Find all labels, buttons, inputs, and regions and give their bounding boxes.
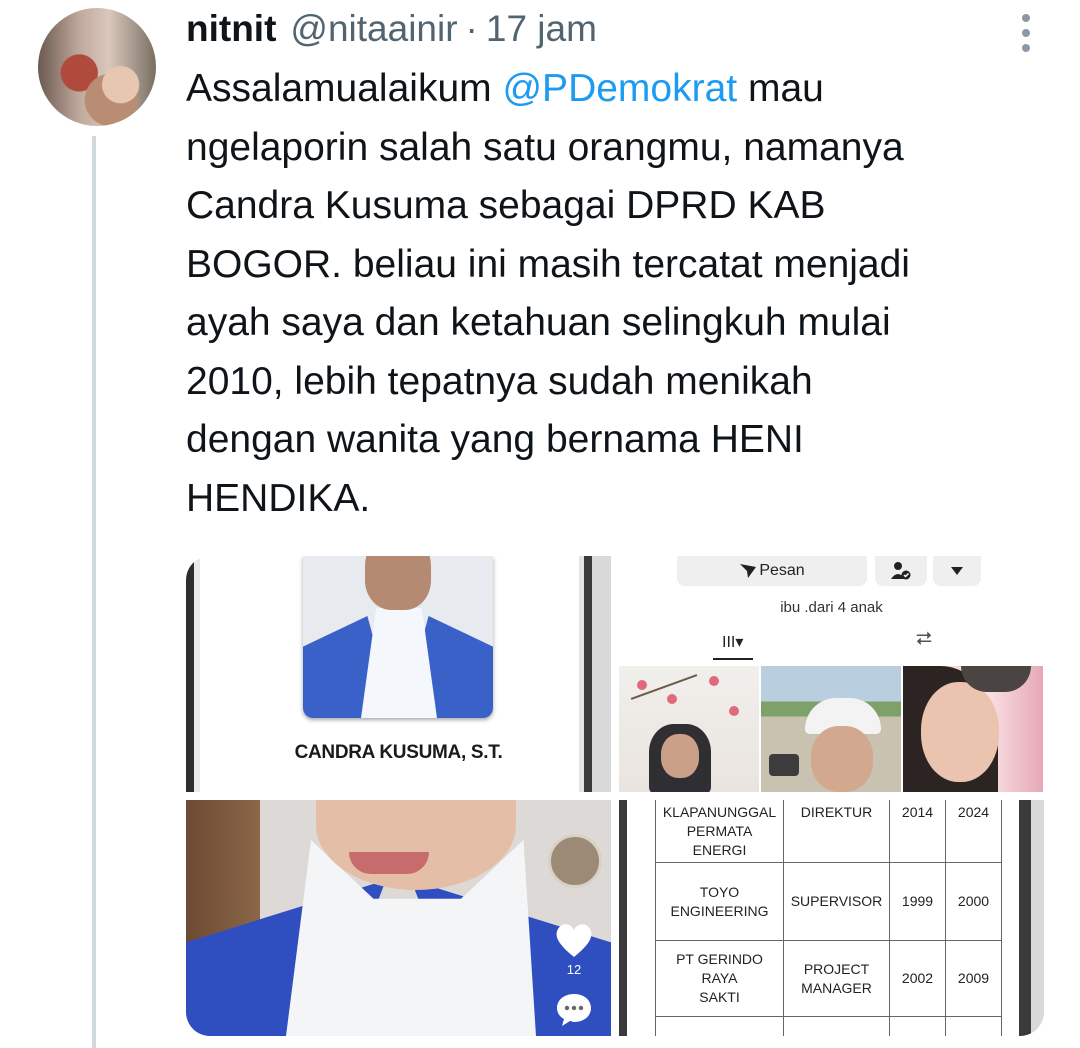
mention-link[interactable]: @PDemokrat xyxy=(502,67,737,110)
tweet-text: Assalamualaikum @PDemokrat mau ngelapori… xyxy=(186,60,1056,528)
profile-badge xyxy=(548,834,602,888)
media-image-4[interactable]: KLAPANUNGGAL PERMATA ENERGI DIREKTUR 201… xyxy=(619,800,1044,1036)
tab-underline xyxy=(713,658,753,660)
user-handle[interactable]: @nitaainir xyxy=(290,8,457,50)
table-cell-role: SUPERVISOR xyxy=(783,862,890,941)
table-cell-start: 1999 xyxy=(889,862,946,941)
table-cell-end: 2000 xyxy=(945,862,1002,941)
comment-icon xyxy=(557,994,591,1026)
tweet-text-intro: Assalamualaikum xyxy=(186,67,503,110)
table-cell-company: KLAPANUNGGAL PERMATA ENERGI xyxy=(655,800,784,863)
table-cell-end: 2009 xyxy=(945,940,1002,1017)
photo-caption: CANDRA KUSUMA, S.T. xyxy=(294,742,503,763)
table-row: PT GERINDO RAYA SAKTI PROJECT MANAGER 20… xyxy=(655,940,1002,1017)
thread-line xyxy=(92,136,96,1048)
tweet-header: nitnit @nitaainir · 17 jam xyxy=(186,4,597,54)
table-row: TOYO ENGINEERING SUPERVISOR 1999 2000 xyxy=(655,862,1002,941)
id-photo xyxy=(303,556,493,718)
like-count: 12 xyxy=(566,962,582,977)
message-button: Pesan xyxy=(677,556,867,586)
grid-icon: III▾ xyxy=(722,634,744,651)
media-image-3[interactable]: 12 xyxy=(186,800,611,1036)
user-check-icon xyxy=(875,556,927,586)
employment-table: KLAPANUNGGAL PERMATA ENERGI DIREKTUR 201… xyxy=(655,800,1002,1036)
table-cell-empty xyxy=(783,1016,890,1036)
table-cell-empty xyxy=(889,1016,946,1036)
thumbnail-3 xyxy=(903,666,1043,792)
message-button-label: Pesan xyxy=(759,562,805,579)
table-cell-empty xyxy=(655,1016,784,1036)
table-cell-role: DIREKTUR xyxy=(783,800,890,863)
separator-dot: · xyxy=(465,8,478,49)
chevron-down-icon xyxy=(933,556,981,586)
table-cell-empty xyxy=(945,1016,1002,1036)
profile-bio: ibu .dari 4 anak xyxy=(780,599,883,616)
thumbnail-1 xyxy=(619,666,759,792)
table-cell-role: PROJECT MANAGER xyxy=(783,940,890,1017)
table-row xyxy=(655,1016,1002,1036)
repost-icon: ⮂ xyxy=(916,628,932,650)
tweet-text-body: mau ngelaporin salah satu orangmu, naman… xyxy=(186,67,910,520)
table-cell-end: 2024 xyxy=(945,800,1002,863)
display-name[interactable]: nitnit xyxy=(186,8,276,50)
table-cell-start: 2014 xyxy=(889,800,946,863)
media-grid: CANDRA KUSUMA, S.T. Pesan ibu .dari 4 an… xyxy=(186,556,1044,1036)
timestamp[interactable]: 17 jam xyxy=(486,8,597,50)
avatar[interactable] xyxy=(38,8,156,126)
send-icon xyxy=(740,564,757,578)
media-image-2[interactable]: Pesan ibu .dari 4 anak III▾ ⮂ xyxy=(619,556,1044,792)
table-cell-company: TOYO ENGINEERING xyxy=(655,862,784,941)
table-cell-company: PT GERINDO RAYA SAKTI xyxy=(655,940,784,1017)
heart-icon xyxy=(556,924,592,957)
more-options-icon[interactable] xyxy=(1020,14,1032,52)
thumbnail-2 xyxy=(761,666,901,792)
media-image-1[interactable]: CANDRA KUSUMA, S.T. xyxy=(186,556,611,792)
table-cell-start: 2002 xyxy=(889,940,946,1017)
table-row: KLAPANUNGGAL PERMATA ENERGI DIREKTUR 201… xyxy=(655,800,1002,863)
